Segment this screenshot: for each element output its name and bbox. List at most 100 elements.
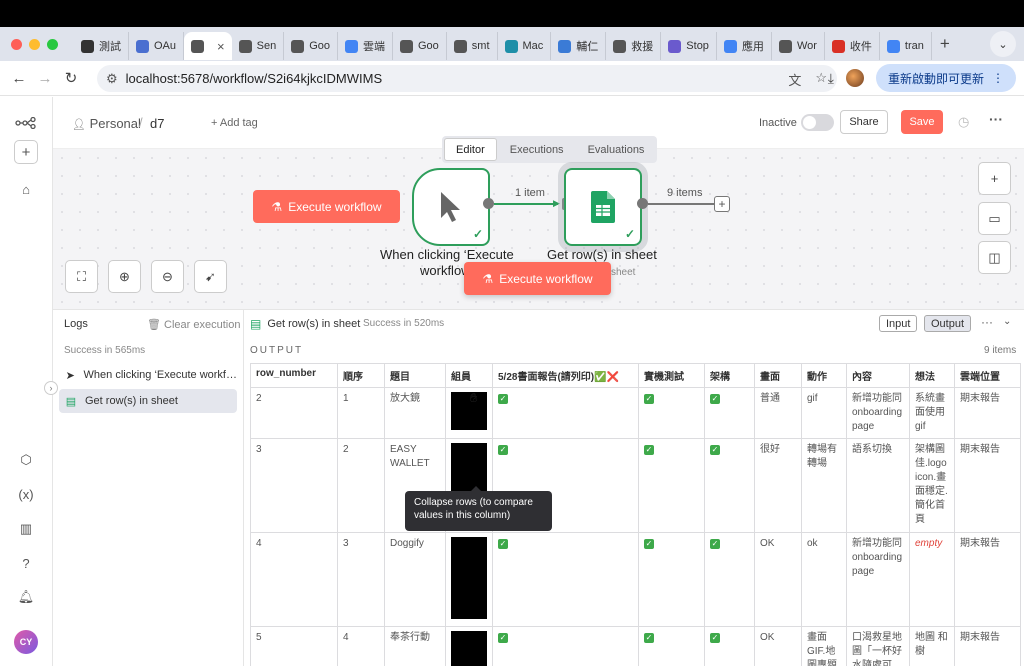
cell-text: 語系切換 (852, 444, 892, 455)
browser-tab[interactable]: 救援 (606, 32, 662, 60)
browser-tab[interactable]: Goo (284, 32, 338, 60)
collapse-chevron-icon[interactable]: ⌄ (1003, 316, 1011, 327)
home-icon[interactable]: ⌂ (14, 177, 38, 201)
trigger-node[interactable]: ✓ (412, 168, 490, 246)
profile-avatar[interactable] (845, 69, 864, 87)
add-node-plus-icon[interactable]: + (714, 196, 730, 212)
execute-workflow-button[interactable]: ⚗ Execute workflow (253, 190, 400, 223)
tab-search-button[interactable]: ⌄ (990, 31, 1016, 57)
browser-tab[interactable]: 輔仁 (551, 32, 607, 60)
browser-tab[interactable]: smt (447, 32, 498, 60)
minimize-window-button[interactable] (29, 38, 40, 50)
share-button[interactable]: Share (840, 110, 888, 134)
column-header[interactable]: row_number (250, 363, 338, 388)
column-header[interactable]: 想法 (909, 363, 955, 388)
reload-icon[interactable]: ↻ (58, 69, 84, 87)
browser-tab[interactable]: Stop (661, 32, 717, 60)
tidy-up-icon[interactable]: ➹ (194, 260, 227, 293)
table-cell: ✓ (638, 532, 705, 627)
sheet-node[interactable]: ✓ (558, 162, 648, 252)
tab-evaluations[interactable]: Evaluations (577, 138, 656, 161)
log-item-sheet[interactable]: ▤ Get row(s) in sheet (59, 389, 237, 413)
tab-executions[interactable]: Executions (499, 138, 575, 161)
connection-2[interactable] (648, 203, 714, 205)
input-toggle-button[interactable]: Input (879, 315, 918, 332)
history-icon[interactable]: ◷ (958, 114, 969, 130)
browser-tab[interactable]: Mac (498, 32, 552, 60)
add-node-button-icon[interactable]: + (978, 162, 1011, 195)
update-button[interactable]: 重新啟動即可更新 ⋮ (875, 64, 1016, 92)
breadcrumb-project[interactable]: 👤︎ Personal (72, 116, 141, 131)
new-tab-button[interactable]: + (940, 34, 950, 54)
templates-icon[interactable]: ⬡ (14, 448, 38, 472)
output-more-icon[interactable]: ··· (981, 315, 993, 329)
browser-tab[interactable]: 測試 (74, 32, 129, 60)
tab-label: OAu (154, 40, 177, 52)
workflow-canvas[interactable]: Editor Executions Evaluations ⚗ Execute wo… (53, 136, 1024, 309)
url-field[interactable]: ⚙ localhost:5678/workflow/S2i64kjkcIDMWI… (97, 65, 837, 92)
column-header[interactable]: 組員 (445, 363, 493, 388)
sheet-output-handle[interactable] (637, 198, 648, 209)
check-icon: ✓ (498, 394, 508, 404)
column-header[interactable]: 5/28書面報告(請列印)✅❌ (492, 363, 639, 388)
activate-toggle[interactable] (801, 114, 834, 131)
browser-tab[interactable]: Wor (772, 32, 825, 60)
sticky-note-icon[interactable]: ▭ (978, 202, 1011, 235)
column-header[interactable]: 畫面 (754, 363, 802, 388)
maximize-window-button[interactable] (47, 38, 58, 50)
column-header[interactable]: 架構 (704, 363, 755, 388)
help-icon[interactable]: ? (14, 551, 38, 575)
zoom-out-icon[interactable]: ⊖ (151, 260, 184, 293)
column-header[interactable]: 順序 (337, 363, 385, 388)
toggle-panel-icon[interactable]: ◫ (978, 241, 1011, 274)
column-header[interactable]: 內容 (846, 363, 910, 388)
tab-editor[interactable]: Editor (444, 138, 497, 161)
cell-text: 期末報告 (960, 393, 1000, 404)
table-cell: 畫面GIF.地圖專題 (801, 626, 847, 666)
insights-icon[interactable]: ▥ (14, 517, 38, 541)
browser-tab[interactable]: 收件 (825, 32, 880, 60)
browser-tab[interactable]: Sen (232, 32, 285, 60)
add-tag-button[interactable]: + Add tag (211, 117, 258, 129)
back-icon[interactable]: ← (6, 70, 32, 87)
clear-execution-button[interactable]: 🗑︎ Clear execution (147, 318, 240, 331)
column-header[interactable]: 雲端位置 (954, 363, 1021, 388)
close-window-button[interactable] (11, 38, 22, 50)
output-toggle-button[interactable]: Output (924, 315, 972, 332)
table-cell: 架構圖佳.logo icon.畫面穩定.簡化首頁 (909, 438, 955, 533)
connection-1[interactable] (494, 203, 558, 205)
create-plus-icon[interactable]: + (14, 140, 38, 164)
workflow-name[interactable]: d7 (150, 116, 164, 131)
cell-text: 3 (256, 444, 262, 455)
save-button[interactable]: Save (901, 110, 943, 134)
more-options-icon[interactable]: ··· (989, 111, 1003, 127)
redacted-block (451, 392, 487, 430)
variables-icon[interactable]: (x) (14, 482, 38, 506)
google-sheets-icon: ▤ (65, 395, 77, 408)
column-header[interactable]: 題目 (384, 363, 446, 388)
bookmark-star-icon[interactable]: ☆ (815, 70, 827, 89)
browser-tab[interactable]: OAu (129, 32, 185, 60)
translate-icon[interactable]: 文 (788, 70, 801, 89)
forward-icon[interactable]: → (32, 70, 58, 87)
browser-tab[interactable]: 應用 (717, 32, 772, 60)
fit-view-icon[interactable]: ⛶ (65, 260, 98, 293)
browser-tab[interactable]: tran (880, 32, 932, 60)
execute-workflow-floating-button[interactable]: ⚗ Execute workflow (464, 262, 611, 295)
cell-text: 4 (256, 538, 262, 549)
n8n-logo-icon[interactable] (14, 111, 38, 135)
close-tab-icon[interactable]: × (217, 39, 225, 54)
download-icon[interactable]: ⤓ (828, 70, 834, 87)
browser-tab[interactable]: × (184, 32, 232, 60)
log-item-trigger[interactable]: ➤ When clicking ‘Execute workf… (59, 363, 237, 387)
notifications-bell-icon[interactable]: 🔔︎ (14, 585, 38, 609)
trigger-output-handle[interactable] (483, 198, 494, 209)
browser-tab[interactable]: 雲端 (338, 32, 393, 60)
table-cell: 普通 (754, 387, 802, 439)
column-header[interactable]: 動作 (801, 363, 847, 388)
site-info-icon[interactable]: ⚙ (106, 71, 118, 87)
user-avatar[interactable]: CY (14, 630, 38, 654)
zoom-in-icon[interactable]: ⊕ (108, 260, 141, 293)
browser-tab[interactable]: Goo (393, 32, 447, 60)
column-header[interactable]: 實機測試 (638, 363, 705, 388)
